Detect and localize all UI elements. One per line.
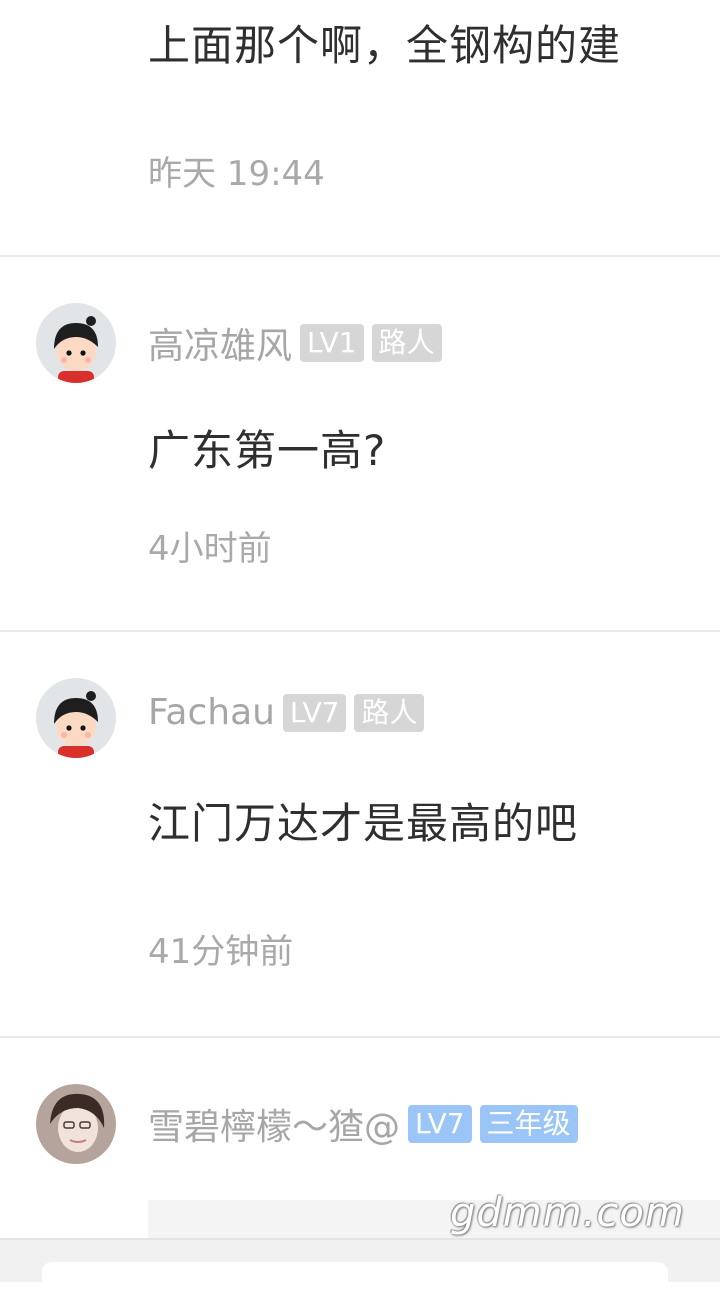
watermark-text: gdmm.com — [450, 1190, 685, 1236]
cartoon-avatar-icon — [36, 303, 116, 383]
level-badge: LV7 — [282, 693, 347, 732]
username-row: 雪碧檸檬～猹@ LV7 三年级 — [148, 1098, 578, 1150]
title-badge: 三年级 — [479, 1105, 578, 1143]
comment-item[interactable]: 高凉雄风 LV1 路人 广东第一高? 4小时前 — [0, 257, 720, 631]
level-badge: LV7 — [408, 1105, 472, 1143]
username[interactable]: 高凉雄风 — [148, 317, 292, 369]
comment-text: 上面那个啊，全钢构的建 — [148, 21, 622, 70]
title-badge: 路人 — [371, 324, 442, 362]
user-avatar[interactable] — [36, 678, 116, 758]
level-badge: LV1 — [300, 324, 364, 362]
comment-time: 昨天 19:44 — [148, 154, 325, 194]
photo-avatar-icon — [36, 1084, 116, 1164]
user-avatar[interactable] — [36, 303, 116, 383]
comment-text: 广东第一高? — [148, 426, 387, 475]
cartoon-avatar-icon — [36, 678, 116, 758]
username-row: Fachau LV7 路人 — [148, 692, 425, 733]
title-badge: 路人 — [354, 693, 425, 732]
comment-text: 江门万达才是最高的吧 — [148, 799, 579, 848]
comment-item[interactable]: Fachau LV7 路人 江门万达才是最高的吧 41分钟前 — [0, 632, 720, 1036]
user-avatar[interactable] — [36, 1084, 116, 1164]
comment-time: 41分钟前 — [148, 932, 294, 972]
username[interactable]: Fachau — [148, 692, 275, 733]
comment-time: 4小时前 — [148, 529, 272, 569]
comment-item[interactable]: 上面那个啊，全钢构的建 昨天 19:44 — [0, 0, 720, 256]
reply-input[interactable] — [42, 1262, 668, 1302]
username-row: 高凉雄风 LV1 路人 — [148, 317, 442, 369]
username[interactable]: 雪碧檸檬～猹@ — [148, 1098, 400, 1150]
